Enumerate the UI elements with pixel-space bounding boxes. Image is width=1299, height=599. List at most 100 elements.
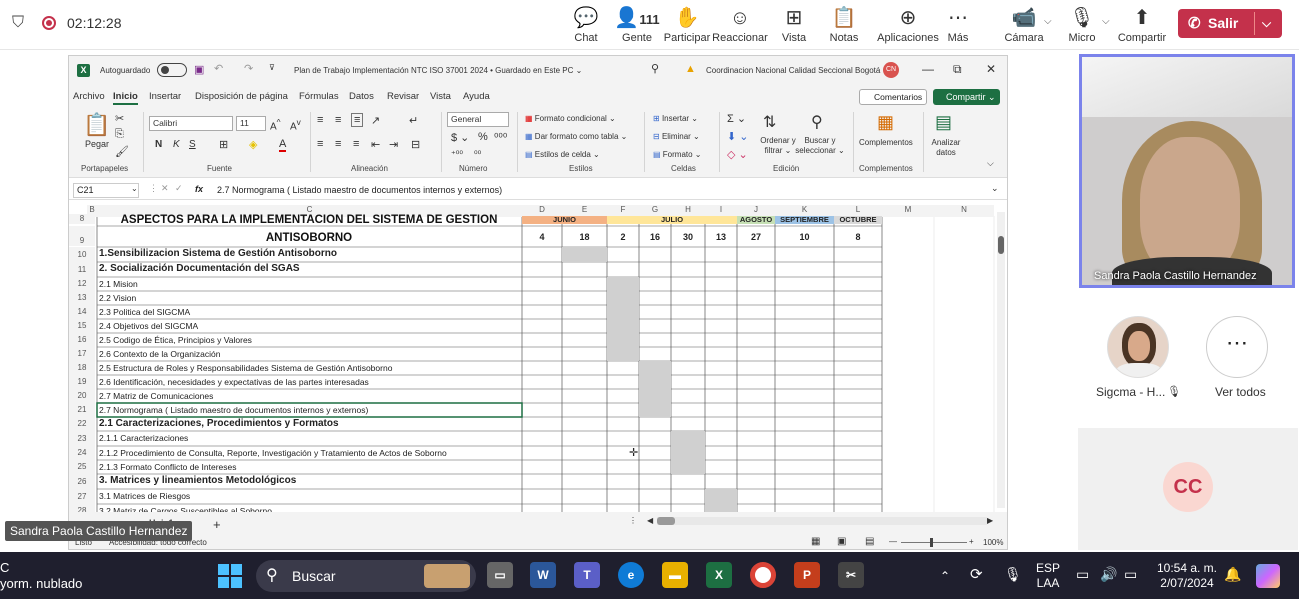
fill-icon[interactable]: ⬇ ⌄ — [727, 130, 749, 143]
fill-color-icon[interactable]: ◈ — [249, 138, 257, 151]
orientation-icon[interactable]: ↗ — [371, 114, 380, 127]
row-number[interactable]: 15 — [69, 319, 95, 333]
scheduled-cell[interactable] — [607, 305, 639, 319]
sync-icon[interactable]: ⟳ — [970, 567, 983, 582]
save-icon[interactable]: ▣ — [194, 63, 204, 76]
row-number[interactable]: 22 — [69, 417, 95, 431]
row-number[interactable]: 26 — [69, 474, 95, 489]
chevron-down-icon[interactable]: ⌄ — [991, 183, 999, 194]
excel-icon[interactable]: X — [706, 562, 732, 588]
task-cell[interactable]: 2.1 Mision — [99, 279, 138, 289]
analyze-data-icon[interactable]: ▤ — [935, 112, 952, 133]
scheduled-cell[interactable] — [607, 333, 639, 347]
row-number[interactable]: 23 — [69, 431, 95, 446]
format-painter-icon[interactable]: 🖌 — [115, 145, 129, 158]
cancel-icon[interactable]: ✕ — [161, 183, 169, 194]
page-layout-icon[interactable]: ▣ — [837, 536, 846, 547]
mic-icon[interactable]: 🎙 — [1004, 567, 1022, 582]
ribbon-tab-fórmulas[interactable]: Fórmulas — [299, 91, 339, 102]
delete-cells-button[interactable]: ⊟ Eliminar ⌄ — [653, 132, 700, 141]
wrap-text-icon[interactable]: ↵ — [409, 114, 418, 127]
week-date[interactable]: 13 — [705, 232, 737, 242]
align-bottom-icon[interactable]: ≡ — [351, 113, 364, 127]
participant-video-main[interactable]: Sandra Paola Castillo Hernandez — [1079, 54, 1295, 288]
grow-font-icon[interactable]: A^ — [270, 117, 281, 132]
network-icon[interactable]: ▭ — [1076, 567, 1089, 582]
week-date[interactable]: 2 — [607, 232, 639, 242]
document-title[interactable]: Plan de Trabajo Implementación NTC ISO 3… — [294, 66, 582, 75]
ribbon-tab-revisar[interactable]: Revisar — [387, 91, 419, 102]
task-cell[interactable]: 2.2 Vision — [99, 293, 136, 303]
row-number[interactable]: 11 — [69, 262, 95, 277]
task-cell[interactable]: 2.1 Caracterizaciones, Procedimientos y … — [99, 418, 339, 429]
autosave-toggle[interactable] — [157, 63, 187, 77]
find-select-button[interactable]: Buscar y seleccionar ⌄ — [793, 136, 847, 156]
edge-icon[interactable]: e — [618, 562, 644, 588]
align-middle-icon[interactable]: ≡ — [335, 114, 341, 126]
chevron-down-icon[interactable]: ⌵ — [1262, 9, 1271, 38]
task-cell[interactable]: 2.6 Contexto de la Organización — [99, 349, 220, 359]
clock[interactable]: 10:54 a. m. 2/07/2024 — [1152, 561, 1222, 591]
row-number[interactable]: 27 — [69, 489, 95, 504]
toolbar-participar-button[interactable]: ✋ Participar — [659, 4, 715, 44]
normal-view-icon[interactable]: ▦ — [811, 536, 820, 547]
font-color-icon[interactable]: A — [279, 138, 287, 152]
horizontal-scrollbar[interactable] — [657, 517, 987, 525]
row-number[interactable]: 9 — [69, 226, 95, 246]
toolbar-reaccionar-button[interactable]: ☺ Reaccionar — [712, 4, 768, 44]
cell-styles-button[interactable]: ▤ Estilos de celda ⌄ — [525, 150, 600, 159]
fx-icon[interactable]: fx — [195, 184, 203, 194]
comments-button[interactable]: Comentarios — [859, 89, 927, 105]
scheduled-cell[interactable] — [705, 504, 737, 512]
teams-icon[interactable]: T — [574, 562, 600, 588]
increase-decimal-icon[interactable]: ⁺⁰⁰ — [451, 149, 463, 160]
task-cell[interactable]: 2.1.3 Formato Conflicto de Intereses — [99, 462, 237, 472]
start-button[interactable] — [218, 564, 242, 588]
row-number[interactable]: 20 — [69, 389, 95, 403]
undo-icon[interactable]: ↶ — [214, 62, 223, 75]
ribbon-tab-inicio[interactable]: Inicio — [113, 91, 138, 105]
align-top-icon[interactable]: ≡ — [317, 114, 323, 126]
task-cell[interactable]: 2.6 Identificación, necesidades y expect… — [99, 377, 369, 387]
font-name-select[interactable]: Calibri — [149, 116, 233, 131]
autosum-icon[interactable]: Σ ⌄ — [727, 112, 746, 125]
task-cell[interactable]: 3.1 Matrices de Riesgos — [99, 491, 190, 501]
row-number[interactable]: 13 — [69, 291, 95, 305]
underline-icon[interactable]: S — [189, 139, 196, 150]
task-cell[interactable]: 1.Sensibilizacion Sistema de Gestión Ant… — [99, 248, 337, 259]
toolbar-chat-button[interactable]: 💬 Chat — [558, 4, 614, 44]
scheduled-cell[interactable] — [607, 347, 639, 361]
copilot-icon[interactable] — [1256, 564, 1280, 588]
column-header[interactable]: N — [934, 205, 994, 217]
week-date[interactable]: 27 — [737, 232, 775, 242]
thousands-icon[interactable]: ⁰⁰⁰ — [494, 131, 507, 144]
formula-input[interactable]: 2.7 Normograma ( Listado maestro de docu… — [217, 185, 502, 195]
week-date[interactable]: 30 — [671, 232, 705, 242]
enter-icon[interactable]: ✓ — [175, 183, 183, 194]
chevron-up-icon[interactable]: ⌃ — [940, 569, 950, 584]
ribbon-tab-archivo[interactable]: Archivo — [73, 91, 105, 102]
shrink-font-icon[interactable]: Av — [290, 117, 301, 132]
format-cells-button[interactable]: ▤ Formato ⌄ — [653, 150, 702, 159]
task-view-icon[interactable]: ▭ — [487, 562, 513, 588]
snipping-tool-icon[interactable]: ✂ — [838, 562, 864, 588]
sort-filter-icon[interactable]: ⇅ — [763, 112, 776, 132]
scheduled-cell[interactable] — [671, 460, 705, 474]
find-icon[interactable]: ⚲ — [811, 112, 823, 132]
copy-icon[interactable]: ⎘ — [115, 128, 124, 141]
task-cell[interactable]: 2.3 Politica del SIGCMA — [99, 307, 190, 317]
search-icon[interactable]: ⚲ — [651, 62, 659, 75]
number-format-select[interactable]: General — [447, 112, 509, 127]
taskbar-search[interactable]: ⚲ Buscar — [256, 560, 476, 592]
row-number[interactable]: 14 — [69, 305, 95, 319]
redo-icon[interactable]: ↷ — [244, 62, 253, 75]
row-number[interactable]: 24 — [69, 446, 95, 460]
align-center-icon[interactable]: ≡ — [335, 138, 341, 150]
row-number[interactable]: 8 — [69, 214, 95, 224]
page-break-icon[interactable]: ▤ — [865, 536, 874, 547]
row-number[interactable]: 28 — [69, 504, 95, 512]
task-cell[interactable]: 2. Socialización Documentación del SGAS — [99, 263, 300, 274]
row-number[interactable]: 19 — [69, 375, 95, 389]
scheduled-cell[interactable] — [671, 446, 705, 460]
font-size-select[interactable]: 11 — [236, 116, 266, 131]
